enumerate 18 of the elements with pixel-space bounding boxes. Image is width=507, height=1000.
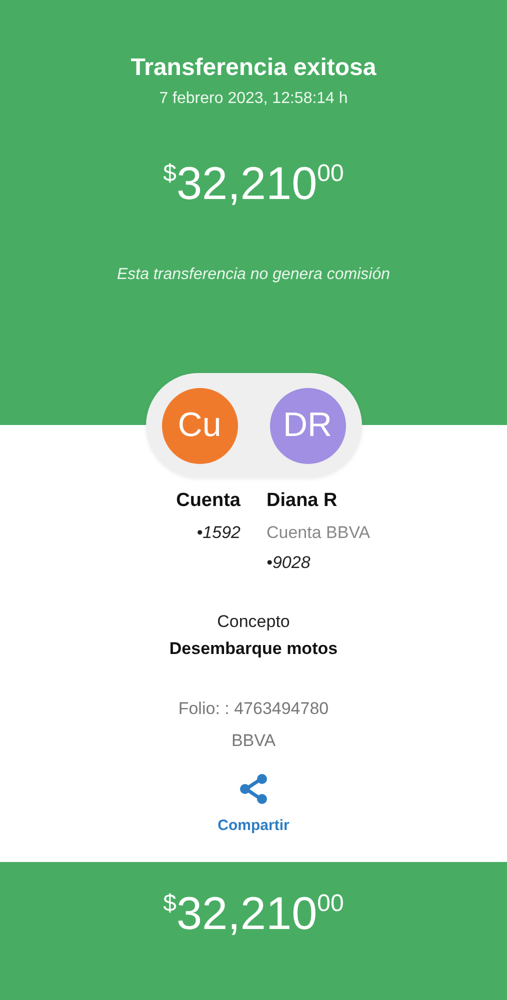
bank-name: BBVA	[231, 731, 276, 751]
date-time: 7 febrero 2023, 12:58:14 h	[159, 90, 348, 108]
account-detail: Cuenta BBVA	[266, 522, 370, 544]
account-detail: •1592	[196, 522, 240, 544]
avatar: DR	[270, 388, 346, 464]
share-icon	[238, 773, 268, 805]
account-detail: •9028	[266, 552, 310, 574]
title: Transferencia exitosa	[130, 54, 376, 82]
amount: $^{$}$32,210$^{00}$	[163, 890, 344, 941]
avatar: Cu	[162, 388, 238, 464]
share-button[interactable]: Compartir	[218, 773, 290, 834]
commission-note: Esta transferencia no genera comisión	[116, 266, 390, 284]
folio: Folio: : 4763494780	[178, 699, 329, 719]
concept-value: Desembarque motos	[169, 639, 338, 659]
amount: $^{$}$32,210$^{00}$	[163, 160, 344, 206]
party-name: Cuenta	[176, 490, 240, 512]
concept-label: Concepto	[216, 612, 291, 632]
party-name: Diana R	[266, 490, 338, 512]
